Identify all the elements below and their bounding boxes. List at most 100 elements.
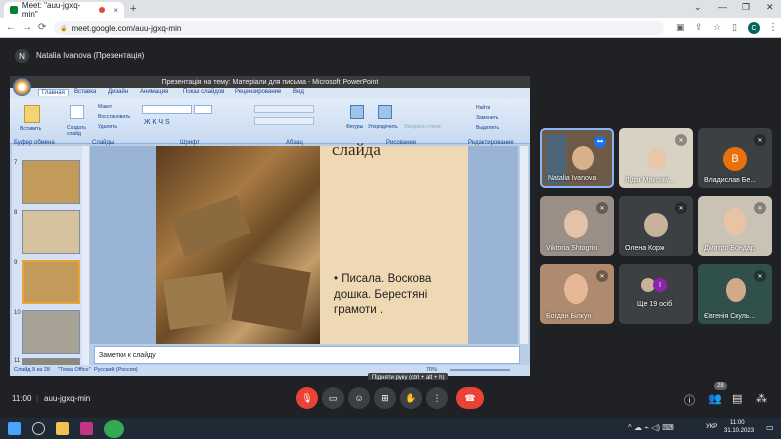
bold-button[interactable]: Ж К Ч S [144,119,170,126]
thumb-number: 7 [14,160,18,166]
raise-hand-button[interactable]: ✋ [400,387,422,409]
find-button[interactable]: Найти [476,105,490,111]
browser-tab[interactable]: Meet: "auu-jgxq-min" × [4,1,124,19]
presenter-label: Natalia Ivanova (Презентація) [36,51,145,60]
hang-up-icon: ☎ [464,392,476,403]
hand-icon: ✋ [405,392,417,403]
bookmark-star-icon[interactable]: ☆ [713,22,721,33]
thumb-number: 9 [14,260,18,266]
paste-button[interactable]: Вставить [20,126,41,132]
info-icon[interactable]: ⓘ [684,392,695,408]
chat-icon[interactable]: ▤ [732,392,742,405]
arrange-icon[interactable] [378,105,392,119]
layout-button[interactable]: Макет [98,104,112,110]
others-tile[interactable]: I Ще 19 осіб [619,264,693,324]
zoom-slider[interactable] [450,369,510,371]
new-slide-icon[interactable] [70,105,84,119]
participant-tile[interactable]: ✕ Олена Корж [619,196,693,256]
font-size-select[interactable] [194,105,212,114]
chevron-down-icon[interactable]: ⌄ [694,2,702,13]
meeting-time: 11:00 [12,394,32,403]
mic-off-icon: ✕ [596,202,608,214]
replace-button[interactable]: Заменить [476,115,498,121]
create-slide-button[interactable]: Создать слайд [67,125,89,137]
ribbon-tab-review[interactable]: Рецензирование [235,89,281,95]
back-button[interactable]: ← [6,22,16,33]
forward-button[interactable]: → [22,22,32,33]
tab-close-icon[interactable]: × [113,6,118,15]
paste-icon[interactable] [24,105,40,123]
font-name-select[interactable] [142,105,192,114]
search-icon[interactable] [32,422,45,435]
ribbon-tab-insert[interactable]: Вставка [74,89,96,95]
participant-tile[interactable]: ✕ Євгенія Скуль... [698,264,772,324]
language-indicator[interactable]: УКР [706,424,717,430]
reload-button[interactable]: ⟳ [38,22,46,33]
participant-tile[interactable]: ✕ Viktoria Shtogrin [540,196,614,256]
shapes-button[interactable]: Фигуры [346,124,363,130]
slide-thumbnail[interactable] [22,160,80,204]
leave-call-button[interactable]: ☎ [456,387,484,409]
participant-tile[interactable]: ✕ Богдан Білкун [540,264,614,324]
file-explorer-icon[interactable] [56,422,69,435]
camera-toggle-button[interactable]: ▭ [322,387,344,409]
ribbon-tab-slideshow[interactable]: Показ слайдов [183,89,224,95]
windows-start-icon[interactable] [8,422,21,435]
app-icon[interactable] [80,422,93,435]
ribbon-tab-animation[interactable]: Анимация [140,89,168,95]
select-button[interactable]: Выделить [476,125,499,131]
more-options-button[interactable]: ⋮ [426,387,448,409]
participant-name: Viktoria Shtogrin [546,245,598,252]
slide-thumbnail[interactable] [22,310,80,354]
people-icon[interactable]: 👥 [708,392,722,405]
participant-avatar-photo [644,213,668,237]
arrange-button[interactable]: Упорядочить [368,124,398,130]
camera-in-use-icon[interactable]: ▣ [676,22,685,33]
share-icon[interactable]: ⇪ [695,22,703,33]
participant-name: Дмитро Бондар [704,245,755,252]
thumbnail-scrollbar[interactable] [82,146,89,369]
ribbon-tab-design[interactable]: Дизайн [108,89,128,95]
restore-slide-button[interactable]: Восстановить [98,114,130,120]
shapes-icon[interactable] [350,105,364,119]
participant-tile[interactable]: ✕ Лідія Максим'... [619,128,693,188]
notifications-icon[interactable]: ▭ [766,423,774,432]
activities-icon[interactable]: ⁂ [756,392,767,405]
menu-kebab-icon[interactable]: ⋮ [768,22,778,33]
participant-tile[interactable]: ✕ Дмитро Бондар [698,196,772,256]
people-count-badge: 28 [714,382,727,390]
reactions-button[interactable]: ☺ [348,387,370,409]
slide-thumbnail[interactable] [22,210,80,254]
ribbon-tabs: Главная Вставка Дизайн Анимация Показ сл… [10,88,530,99]
delete-slide-button[interactable]: Удалить [98,124,117,130]
notes-pane[interactable]: Заметки к слайду [94,346,520,364]
mic-toggle-button[interactable]: 🎙 [296,387,318,409]
participant-name: Євгенія Скуль... [704,313,756,320]
presenter-avatar: N [15,49,29,63]
slide[interactable]: слайда • Писала. Воскова дошка. Берестян… [156,140,468,344]
quick-styles-button[interactable]: Экспресс-стили [404,124,441,130]
minimize-button[interactable]: — [718,2,727,12]
profile-avatar[interactable]: C [748,22,760,34]
slide-scrollbar[interactable] [520,146,528,344]
tray-icons[interactable]: ^ ☁ ⌁ ◁) ⌨ [628,423,674,432]
ribbon-tab-view[interactable]: Вид [293,89,304,95]
close-window-button[interactable]: ✕ [766,2,774,13]
office-button[interactable] [13,78,31,96]
participant-tile[interactable]: ⦁⦁ Natalia Ivanova [540,128,614,188]
present-button[interactable]: ⊞ [374,387,396,409]
meeting-controls: 11:00 | auu-jgxq-min 🎙 ▭ ☺ ⊞ ✋ ⋮ ☎ ⓘ 👥 2… [0,380,781,418]
slide-thumbnails: 7 8 9 10 11 [12,146,89,369]
new-tab-button[interactable]: + [130,3,136,15]
paragraph-tools[interactable] [254,105,314,113]
language-label: Русский (Россия) [94,367,138,373]
alignment-tools[interactable] [254,117,314,125]
address-toolbar: ← → ⟳ 🔒 meet.google.com/auu-jgxq-min ▣ ⇪… [0,18,781,38]
slide-thumbnail-selected[interactable] [22,260,80,304]
address-bar[interactable]: 🔒 meet.google.com/auu-jgxq-min [54,21,664,35]
participant-tile[interactable]: B ✕ Владислав Бе... [698,128,772,188]
restore-button[interactable]: ❐ [742,2,750,13]
side-panel-icon[interactable]: ▯ [732,22,737,33]
chrome-icon[interactable] [104,420,124,438]
ribbon-tab-home[interactable]: Главная [38,89,69,96]
